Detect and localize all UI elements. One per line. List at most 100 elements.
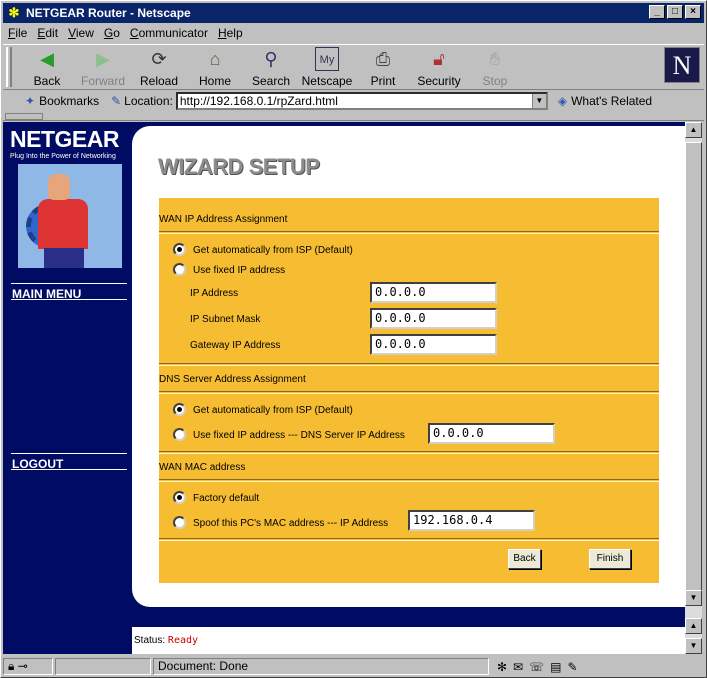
menu-edit[interactable]: Edit	[32, 26, 63, 40]
stop-icon: ✋︎	[489, 49, 501, 69]
back-arrow-icon: ◀	[40, 49, 54, 69]
dns-auto-radio[interactable]	[173, 403, 186, 416]
close-button[interactable]: ×	[685, 5, 701, 19]
gateway-label: Gateway IP Address	[190, 340, 281, 351]
status-value: Ready	[167, 635, 199, 646]
wizard-form: WAN IP Address Assignment Get automatica…	[159, 198, 659, 583]
navigator-icon[interactable]: ✻	[497, 660, 507, 674]
progress-cell	[55, 658, 151, 675]
minimize-button[interactable]: _	[649, 5, 665, 19]
page-content: NETGEAR Plug Into the Power of Networkin…	[3, 122, 685, 654]
print-icon: ⎙	[375, 49, 391, 69]
finish-button[interactable]: Finish	[589, 549, 631, 569]
netgear-mascot-image	[18, 164, 122, 268]
status-bar: 🔒︎ ⊸ Document: Done ✻ ✉ ☏ ▤ ✎	[3, 657, 704, 676]
dns-server-field[interactable]: 0.0.0.0	[428, 423, 555, 444]
nav-divider	[11, 299, 127, 300]
window-title: NETGEAR Router - Netscape	[26, 6, 191, 20]
bookmarks-icon: ✦	[25, 94, 36, 108]
browser-window: ✻ NETGEAR Router - Netscape _ □ × File E…	[0, 0, 707, 678]
status-text: Document: Done	[153, 658, 489, 675]
menu-file[interactable]: File	[3, 26, 32, 40]
dns-auto-label: Get automatically from ISP (Default)	[193, 405, 353, 416]
status-frame: Status: Ready	[132, 607, 685, 654]
section-divider	[159, 479, 659, 482]
security-button[interactable]: 🔓︎ Security	[411, 45, 467, 89]
page-title: WIZARD SETUP	[158, 154, 320, 179]
dns-fixed-label: Use fixed IP address --- DNS Server IP A…	[193, 430, 405, 441]
menu-view[interactable]: View	[63, 26, 99, 40]
dns-heading: DNS Server Address Assignment	[159, 374, 306, 385]
menu-bar: File Edit View Go Communicator Help	[3, 23, 704, 43]
url-field[interactable]: http://192.168.0.1/rpZard.html ▼	[175, 92, 548, 110]
frame-scroll-down-icon[interactable]: ▼	[685, 638, 702, 654]
netgear-tagline: Plug Into the Power of Networking	[10, 153, 116, 160]
print-button[interactable]: ⎙ Print	[355, 45, 411, 89]
location-label: Location:	[124, 94, 173, 108]
menu-communicator[interactable]: Communicator	[125, 26, 213, 40]
nav-divider	[11, 283, 127, 284]
personal-toolbar-tab	[3, 113, 704, 121]
netscape-throbber-logo: N	[664, 47, 700, 83]
ip-address-field[interactable]: 0.0.0.0	[370, 282, 497, 303]
search-button[interactable]: ⚲ Search	[243, 45, 299, 89]
composer-icon[interactable]: ✎	[567, 660, 577, 674]
bookmarks-button[interactable]: ✦ Bookmarks	[25, 94, 99, 108]
status-label: Status:	[134, 635, 166, 646]
netgear-logo: NETGEAR	[10, 126, 119, 152]
wan-ip-auto-label: Get automatically from ISP (Default)	[193, 245, 353, 256]
security-status-icon[interactable]: 🔒︎ ⊸	[3, 658, 53, 675]
nav-divider	[11, 469, 127, 470]
section-divider	[159, 231, 659, 234]
home-icon: ⌂	[209, 49, 221, 69]
scroll-up-icon[interactable]: ▲	[685, 122, 702, 138]
wan-ip-auto-radio[interactable]	[173, 243, 186, 256]
scroll-thumb[interactable]	[685, 142, 702, 592]
back-button[interactable]: ◀ Back	[19, 45, 75, 89]
mail-icon[interactable]: ✉	[513, 660, 523, 674]
page-proxy-icon[interactable]: ✎	[111, 94, 121, 108]
groups-icon[interactable]: ☏	[529, 660, 544, 674]
subnet-mask-field[interactable]: 0.0.0.0	[370, 308, 497, 329]
mac-spoof-label: Spoof this PC's MAC address --- IP Addre…	[193, 518, 389, 529]
dns-fixed-radio[interactable]	[173, 428, 186, 441]
mac-heading: WAN MAC address	[159, 462, 246, 473]
menu-help[interactable]: Help	[213, 26, 248, 40]
ip-address-label: IP Address	[190, 288, 239, 299]
forward-button[interactable]: ▶ Forward	[75, 45, 131, 89]
url-dropdown-icon[interactable]: ▼	[531, 94, 546, 108]
maximize-button[interactable]: □	[667, 5, 683, 19]
mac-default-radio[interactable]	[173, 491, 186, 504]
netscape-button[interactable]: My Netscape	[299, 45, 355, 89]
location-bar: ✦ Bookmarks ✎ Location: http://192.168.0…	[3, 90, 704, 112]
frame-scroll-up-icon[interactable]: ▲	[685, 618, 702, 634]
mac-spoof-radio[interactable]	[173, 516, 186, 529]
whats-related-icon: ◈	[557, 94, 568, 108]
spoof-ip-field[interactable]: 192.168.0.4	[408, 510, 535, 531]
subnet-mask-label: IP Subnet Mask	[190, 314, 261, 325]
home-button[interactable]: ⌂ Home	[187, 45, 243, 89]
whats-related-button[interactable]: ◈ What's Related	[558, 94, 652, 108]
component-bar: ✻ ✉ ☏ ▤ ✎	[497, 660, 578, 674]
netscape-icon: My	[315, 47, 339, 71]
search-icon: ⚲	[264, 49, 278, 69]
vertical-scrollbar[interactable]: ▲ ▼ ▲ ▼	[685, 122, 702, 654]
navigation-toolbar: ◀ Back ▶ Forward ⟳ Reload ⌂ Home ⚲ Searc…	[3, 44, 704, 90]
stop-button[interactable]: ✋︎ Stop	[467, 45, 523, 89]
toolbar-grip[interactable]	[6, 47, 12, 87]
reload-icon: ⟳	[151, 49, 167, 69]
section-divider	[159, 391, 659, 394]
mac-default-label: Factory default	[193, 493, 260, 504]
gateway-field[interactable]: 0.0.0.0	[370, 334, 497, 355]
wan-ip-fixed-radio[interactable]	[173, 263, 186, 276]
collapse-tab[interactable]	[5, 113, 43, 120]
wan-ip-heading: WAN IP Address Assignment	[159, 214, 288, 225]
nav-divider	[11, 453, 127, 454]
wan-ip-fixed-label: Use fixed IP address	[193, 265, 286, 276]
address-book-icon[interactable]: ▤	[550, 660, 561, 674]
scroll-down-icon[interactable]: ▼	[685, 590, 702, 606]
back-form-button[interactable]: Back	[508, 549, 541, 569]
menu-go[interactable]: Go	[99, 26, 125, 40]
section-divider	[159, 363, 659, 366]
reload-button[interactable]: ⟳ Reload	[131, 45, 187, 89]
